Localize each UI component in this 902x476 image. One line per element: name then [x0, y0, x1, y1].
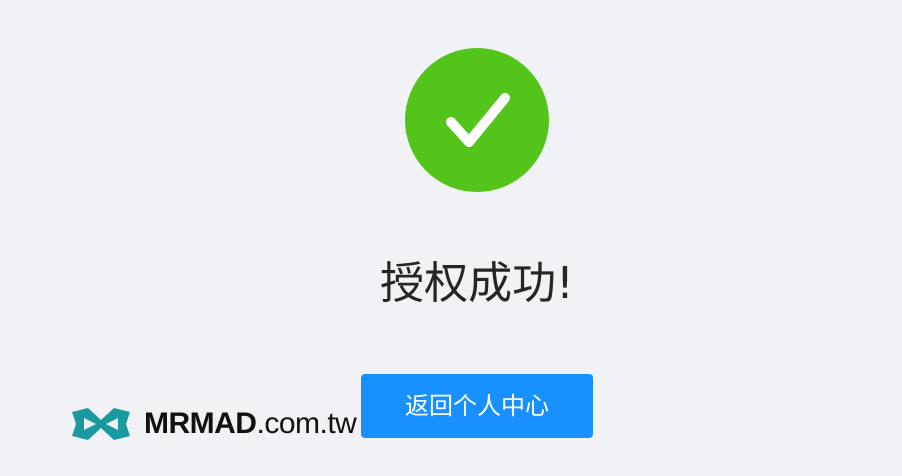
result-title: 授权成功! [380, 258, 574, 309]
watermark: MRMAD.com.tw [68, 402, 357, 446]
watermark-domain: .com.tw [256, 407, 357, 440]
back-to-profile-button[interactable]: 返回个人中心 [361, 374, 593, 438]
checkmark-icon [446, 93, 510, 147]
success-icon [405, 48, 549, 192]
infinity-ribbon-icon [72, 408, 130, 440]
watermark-text: MRMAD.com.tw [144, 407, 357, 441]
watermark-brand: MRMAD [144, 407, 257, 440]
